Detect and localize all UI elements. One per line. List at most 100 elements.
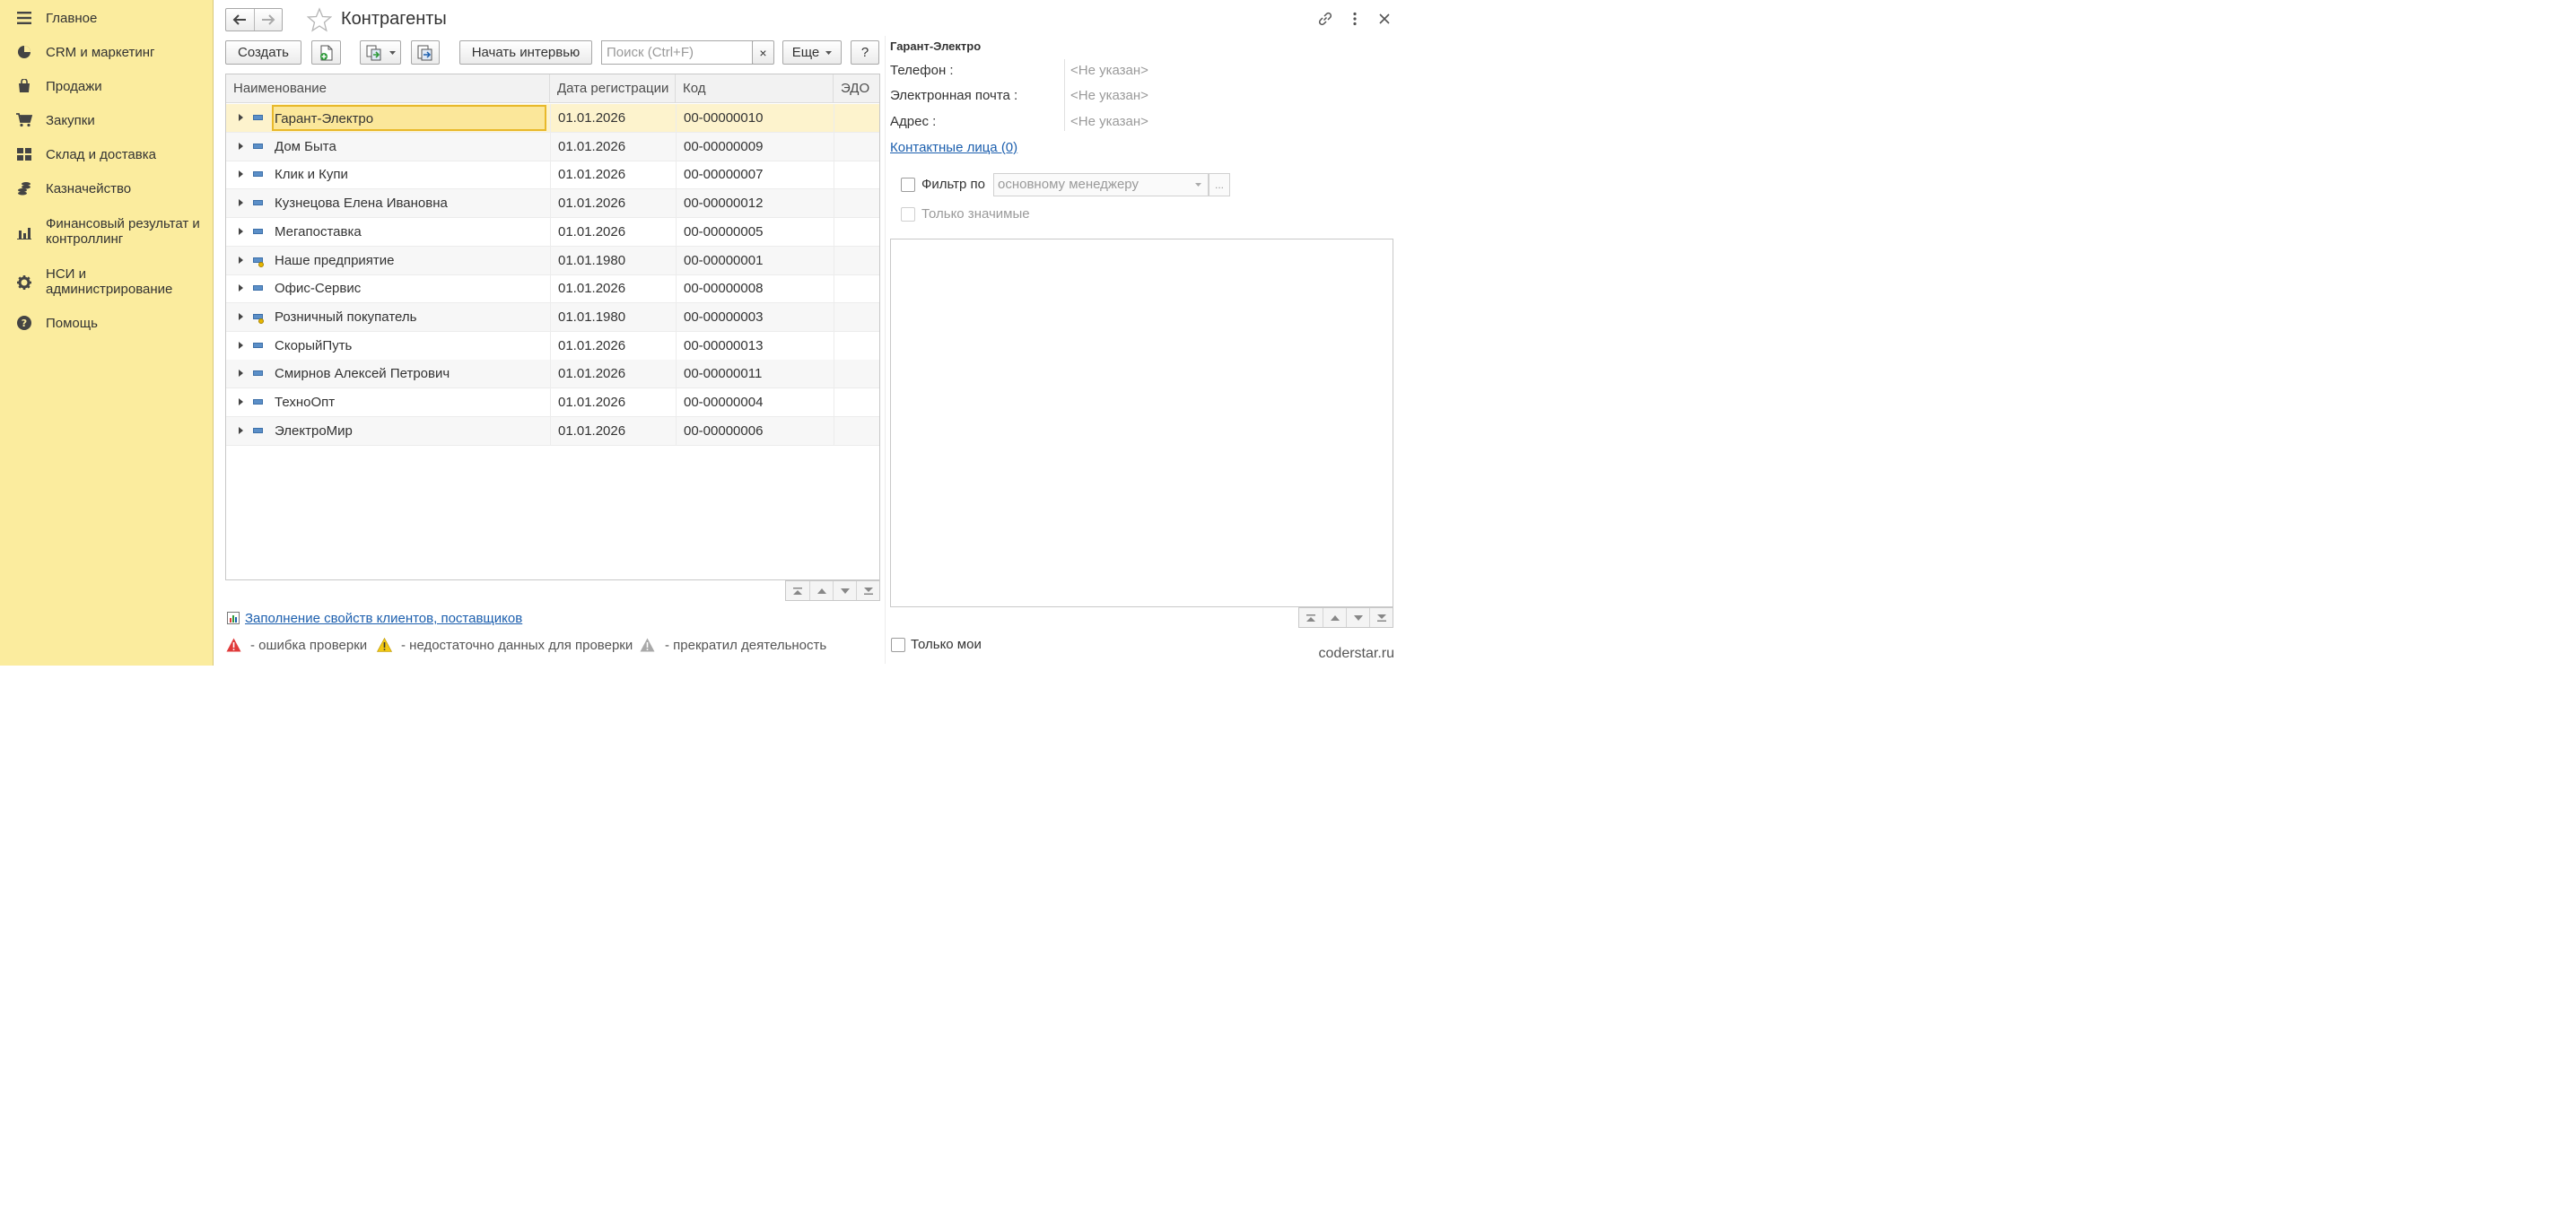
- column-header-edo[interactable]: ЭДО: [834, 74, 879, 103]
- svg-text:?: ?: [22, 318, 27, 329]
- scroll-bottom-button[interactable]: [1369, 608, 1393, 627]
- expand-arrow-icon[interactable]: [239, 256, 243, 264]
- manager-filter-select[interactable]: основному менеджеру: [993, 173, 1191, 196]
- search-input[interactable]: [601, 40, 753, 65]
- pie-chart-icon: [16, 44, 32, 60]
- counterparty-icon: [253, 171, 263, 178]
- email-value: <Не указан>: [1070, 88, 1148, 103]
- expand-arrow-icon[interactable]: [239, 170, 243, 178]
- table-row[interactable]: Офис-Сервис 01.01.2026 00-00000008: [226, 274, 879, 304]
- report-chart-icon: [227, 612, 240, 628]
- scroll-down-button[interactable]: [1346, 608, 1369, 627]
- cell-name: Наше предприятие: [275, 252, 395, 268]
- column-separator: [676, 217, 677, 246]
- column-header-code[interactable]: Код: [676, 74, 834, 103]
- table-row[interactable]: Кузнецова Елена Ивановна 01.01.2026 00-000…: [226, 189, 879, 219]
- sidebar-item-sales[interactable]: Продажи: [0, 77, 213, 95]
- table-row[interactable]: Розничный покупатель 01.01.1980 00-0000000…: [226, 302, 879, 332]
- table-row[interactable]: Смирнов Алексей Петрович 01.01.2026 00-000…: [226, 360, 879, 389]
- filter-checkbox[interactable]: [901, 178, 915, 192]
- events-list[interactable]: [890, 239, 1393, 607]
- cell-name: Кузнецова Елена Ивановна: [275, 196, 448, 212]
- details-title: Гарант-Электро: [890, 39, 982, 53]
- more-button[interactable]: Еще: [782, 40, 842, 65]
- coins-icon: [16, 180, 32, 196]
- expand-arrow-icon[interactable]: [239, 341, 243, 349]
- table-row[interactable]: Мегапоставка 01.01.2026 00-00000005: [226, 217, 879, 247]
- manager-filter-choose-button[interactable]: ...: [1209, 173, 1230, 196]
- fill-properties-link[interactable]: Заполнение свойств клиентов, поставщиков: [245, 611, 522, 626]
- cell-date: 01.01.2026: [558, 110, 626, 126]
- clear-search-button[interactable]: ×: [752, 40, 774, 65]
- phone-label: Телефон :: [890, 63, 954, 78]
- expand-arrow-icon[interactable]: [239, 398, 243, 405]
- scroll-up-button[interactable]: [1323, 608, 1346, 627]
- only-mine-checkbox[interactable]: [891, 638, 905, 652]
- expand-arrow-icon[interactable]: [239, 426, 243, 434]
- forward-button[interactable]: [253, 9, 283, 30]
- generate-dropdown-button[interactable]: [360, 40, 401, 65]
- start-interview-button[interactable]: Начать интервью: [459, 40, 592, 65]
- column-header-name[interactable]: Наименование: [226, 74, 550, 103]
- help-button[interactable]: ?: [851, 40, 879, 65]
- scroll-top-button[interactable]: [1299, 608, 1323, 627]
- back-button[interactable]: [226, 9, 254, 30]
- column-separator: [550, 331, 551, 360]
- only-significant-checkbox[interactable]: [901, 207, 915, 222]
- close-icon[interactable]: [1375, 10, 1393, 28]
- link-icon[interactable]: [1316, 10, 1334, 28]
- table-row[interactable]: СкорыйПуть 01.01.2026 00-00000013: [226, 331, 879, 361]
- sidebar-item-help[interactable]: ? Помощь: [0, 314, 213, 332]
- chevron-down-icon: [825, 50, 833, 55]
- table-row[interactable]: Клик и Купи 01.01.2026 00-00000007: [226, 161, 879, 190]
- scroll-top-button[interactable]: [786, 581, 809, 600]
- table-row[interactable]: Дом Быта 01.01.2026 00-00000009: [226, 132, 879, 161]
- table-row[interactable]: ЭлектроМир 01.01.2026 00-00000006: [226, 416, 879, 446]
- cell-date: 01.01.2026: [558, 223, 626, 239]
- sidebar-item-treasury[interactable]: Казначейство: [0, 179, 213, 197]
- column-header-date[interactable]: Дата регистрации: [550, 74, 676, 103]
- manager-filter-dropdown-button[interactable]: [1189, 173, 1209, 196]
- sidebar-item-label: Помощь: [46, 316, 98, 331]
- menu-icon: [16, 10, 32, 26]
- sidebar-item-purchases[interactable]: Закупки: [0, 111, 213, 129]
- contact-persons-link[interactable]: Контактные лица (0): [890, 140, 1017, 155]
- sidebar-item-label: Финансовый результат и контроллинг: [46, 216, 200, 247]
- sidebar-item-warehouse[interactable]: Склад и доставка: [0, 145, 213, 163]
- sidebar-item-admin[interactable]: НСИ и администрирование: [0, 266, 213, 300]
- expand-arrow-icon[interactable]: [239, 284, 243, 292]
- expand-arrow-icon[interactable]: [239, 114, 243, 121]
- create-button[interactable]: Создать: [225, 40, 301, 65]
- report-button[interactable]: [411, 40, 440, 65]
- table-header: Наименование Дата регистрации Код ЭДО: [226, 74, 879, 103]
- cell-date: 01.01.2026: [558, 395, 626, 410]
- sidebar-item-main[interactable]: Главное: [0, 9, 213, 27]
- column-separator: [676, 161, 677, 189]
- sidebar-item-finance[interactable]: Финансовый результат и контроллинг: [0, 215, 213, 249]
- favorite-star-icon[interactable]: [306, 7, 333, 36]
- sidebar-item-crm[interactable]: CRM и маркетинг: [0, 43, 213, 61]
- table-row[interactable]: Гарант-Электро 01.01.2026 00-00000010: [226, 104, 879, 133]
- scroll-bottom-button[interactable]: [856, 581, 879, 600]
- table-row[interactable]: Наше предприятие 01.01.1980 00-00000001: [226, 246, 879, 275]
- expand-arrow-icon[interactable]: [239, 142, 243, 150]
- cell-code: 00-00000006: [684, 422, 764, 439]
- address-label: Адрес :: [890, 114, 937, 129]
- sidebar-item-label: Закупки: [46, 113, 95, 128]
- more-vertical-icon[interactable]: [1346, 10, 1364, 28]
- chevron-down-icon: [389, 50, 396, 55]
- counterparty-icon: [253, 370, 263, 377]
- column-separator: [550, 161, 551, 189]
- scroll-down-button[interactable]: [833, 581, 856, 600]
- counterparty-icon: [253, 115, 263, 120]
- expand-arrow-icon[interactable]: [239, 199, 243, 207]
- create-copy-button[interactable]: [311, 40, 341, 65]
- counterparties-table: Наименование Дата регистрации Код ЭДО Га…: [225, 74, 880, 580]
- expand-arrow-icon[interactable]: [239, 370, 243, 378]
- expand-arrow-icon[interactable]: [239, 312, 243, 320]
- table-row[interactable]: ТехноОпт 01.01.2026 00-00000004: [226, 388, 879, 417]
- scroll-up-button[interactable]: [809, 581, 833, 600]
- expand-arrow-icon[interactable]: [239, 227, 243, 235]
- events-scroll-buttons: [1298, 607, 1393, 628]
- column-separator: [676, 360, 677, 388]
